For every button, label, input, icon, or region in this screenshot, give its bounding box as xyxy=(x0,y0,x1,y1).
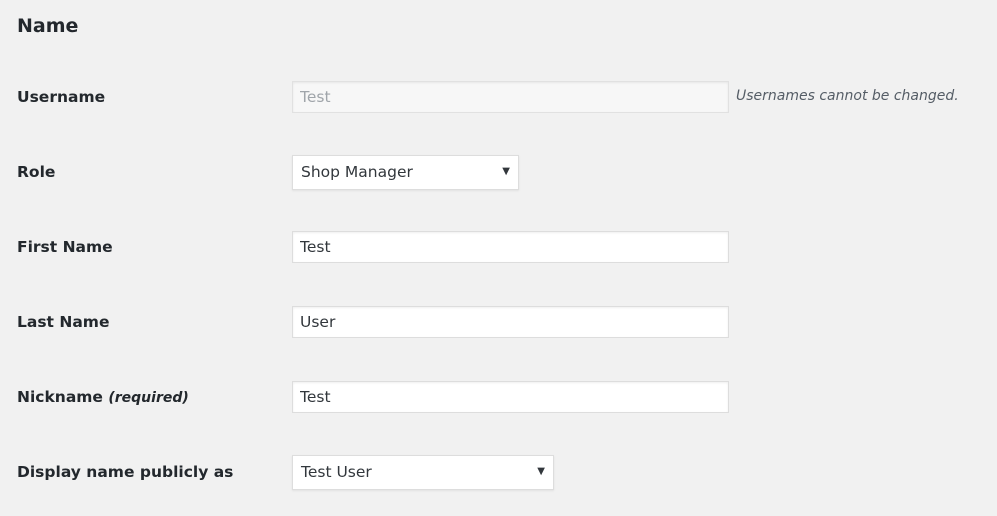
role-selected-value: Shop Manager xyxy=(301,163,413,181)
last-name-label: Last Name xyxy=(17,313,110,331)
first-name-label: First Name xyxy=(17,238,113,256)
nickname-label-wrapper: Nickname (required) xyxy=(17,388,189,406)
nickname-row: Nickname (required) xyxy=(0,381,997,415)
chevron-down-icon: ▼ xyxy=(537,466,545,477)
display-name-row: Display name publicly as Test User ▼ xyxy=(0,455,997,490)
role-row: Role Shop Manager ▼ xyxy=(0,155,997,190)
last-name-row: Last Name xyxy=(0,306,997,340)
user-profile-name-section: Name Username Usernames cannot be change… xyxy=(0,0,997,516)
username-label: Username xyxy=(17,88,106,106)
first-name-input[interactable] xyxy=(292,231,729,263)
username-row: Username Usernames cannot be changed. xyxy=(0,81,997,115)
role-label: Role xyxy=(17,163,56,181)
first-name-row: First Name xyxy=(0,231,997,265)
section-title: Name xyxy=(17,15,79,37)
display-name-selected-value: Test User xyxy=(301,463,372,481)
display-name-label: Display name publicly as xyxy=(17,463,234,481)
role-select[interactable]: Shop Manager ▼ xyxy=(292,155,519,190)
last-name-input[interactable] xyxy=(292,306,729,338)
nickname-label: Nickname xyxy=(17,388,103,406)
display-name-select[interactable]: Test User ▼ xyxy=(292,455,554,490)
chevron-down-icon: ▼ xyxy=(502,166,510,177)
username-input[interactable] xyxy=(292,81,729,113)
nickname-input[interactable] xyxy=(292,381,729,413)
username-description: Usernames cannot be changed. xyxy=(736,88,959,104)
required-note: (required) xyxy=(108,390,189,406)
